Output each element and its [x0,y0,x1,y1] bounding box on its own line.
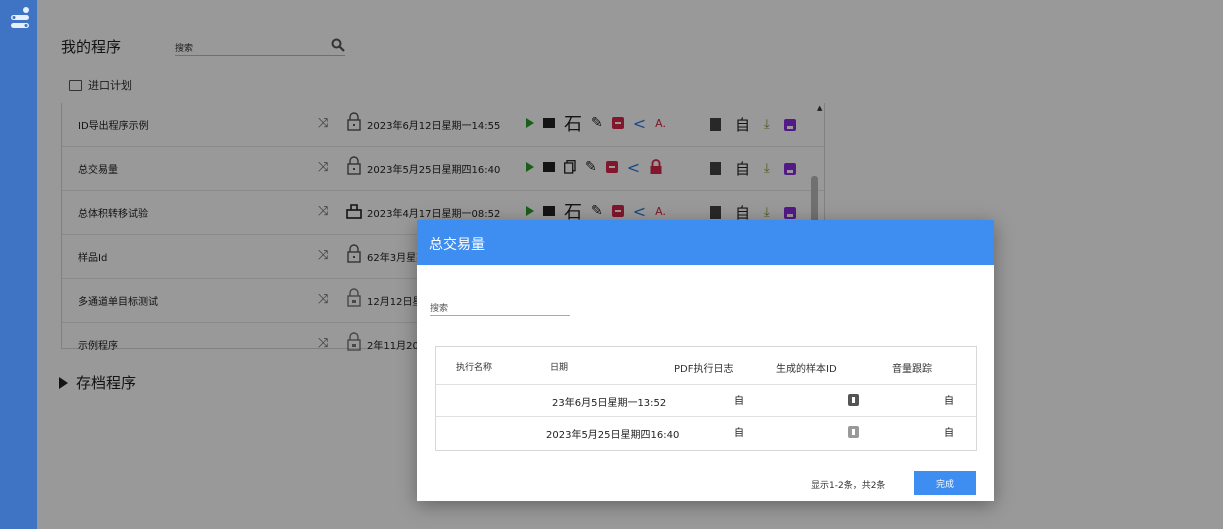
pdf-log-icon[interactable]: 自 [734,392,744,407]
pagination-text: 显示1-2条，共2条 [811,481,886,491]
dialog-search-input[interactable] [430,315,570,316]
column-header-pdf-log[interactable]: PDF执行日志 [674,360,733,375]
dialog-title: 总交易量 [429,237,485,253]
app-logo-icon[interactable] [9,6,31,34]
dialog-header: 总交易量 [417,220,994,265]
column-header-sample-id[interactable]: 生成的样本ID [776,360,837,375]
column-header-name[interactable]: 执行名称 [456,360,492,373]
execution-table: 执行名称 日期 PDF执行日志 生成的样本ID 音量跟踪 23年6月5日星期一1… [435,346,977,451]
done-button[interactable]: 完成 [914,471,976,495]
volume-tracking-icon[interactable]: 自 [944,392,954,407]
column-header-volume-tracking[interactable]: 音量跟踪 [892,360,932,375]
pdf-log-icon[interactable]: 自 [734,424,744,439]
sidebar [0,0,37,529]
execution-date: 23年6月5日星期一13:52 [552,398,667,409]
dialog-search-label: 搜索 [430,304,449,314]
table-row[interactable]: 23年6月5日星期一13:52 自 自 [436,384,976,417]
sample-id-download-icon[interactable] [848,394,859,409]
execution-dialog: 总交易量 搜索 执行名称 日期 PDF执行日志 生成的样本ID 音量跟踪 23年… [417,220,994,501]
table-row[interactable]: 2023年5月25日星期四16:40 自 自 [436,416,976,449]
volume-tracking-icon[interactable]: 自 [944,424,954,439]
sample-id-download-icon[interactable] [848,426,859,441]
column-header-date[interactable]: 日期 [550,360,568,373]
execution-date: 2023年5月25日星期四16:40 [546,430,680,441]
